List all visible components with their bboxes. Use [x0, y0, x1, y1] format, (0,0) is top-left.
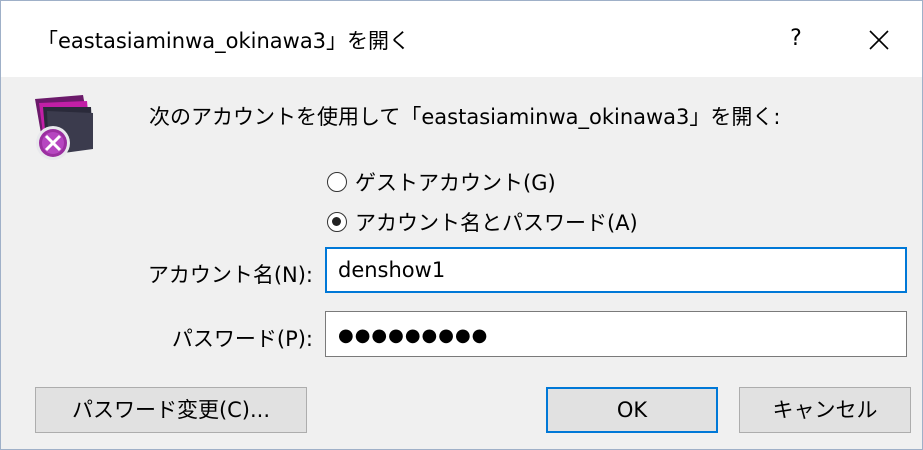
close-button[interactable]: [853, 17, 905, 61]
help-button[interactable]: ?: [771, 17, 821, 61]
open-prompt: 次のアカウントを使用して「eastasiaminwa_okinawa3」を開く:: [149, 105, 781, 129]
close-icon: [869, 29, 889, 50]
account-password-radio-label: アカウント名とパスワード(A): [355, 211, 638, 235]
cancel-button[interactable]: キャンセル: [739, 387, 911, 433]
filemaker-app-icon: [25, 93, 101, 165]
password-mask: ●●●●●●●●●: [338, 325, 489, 346]
guest-account-option[interactable]: ゲストアカウント(G): [327, 167, 556, 197]
title-bar: 「eastasiaminwa_okinawa3」を開く ?: [1, 1, 922, 77]
password-label: パスワード(P):: [171, 327, 313, 351]
account-password-option[interactable]: アカウント名とパスワード(A): [327, 207, 638, 237]
change-password-button[interactable]: パスワード変更(C)...: [35, 387, 307, 433]
dialog-title: 「eastasiaminwa_okinawa3」を開く: [37, 29, 411, 53]
guest-radio-label: ゲストアカウント(G): [355, 171, 556, 195]
ok-button[interactable]: OK: [546, 387, 718, 433]
open-file-dialog: 「eastasiaminwa_okinawa3」を開く ? 次のアカウントを使用…: [0, 0, 923, 450]
account-name-label: アカウント名(N):: [147, 263, 313, 287]
account-password-radio[interactable]: [327, 212, 347, 232]
guest-radio[interactable]: [327, 172, 347, 192]
account-name-input[interactable]: denshow1: [325, 247, 907, 293]
password-input[interactable]: ●●●●●●●●●: [325, 311, 907, 357]
